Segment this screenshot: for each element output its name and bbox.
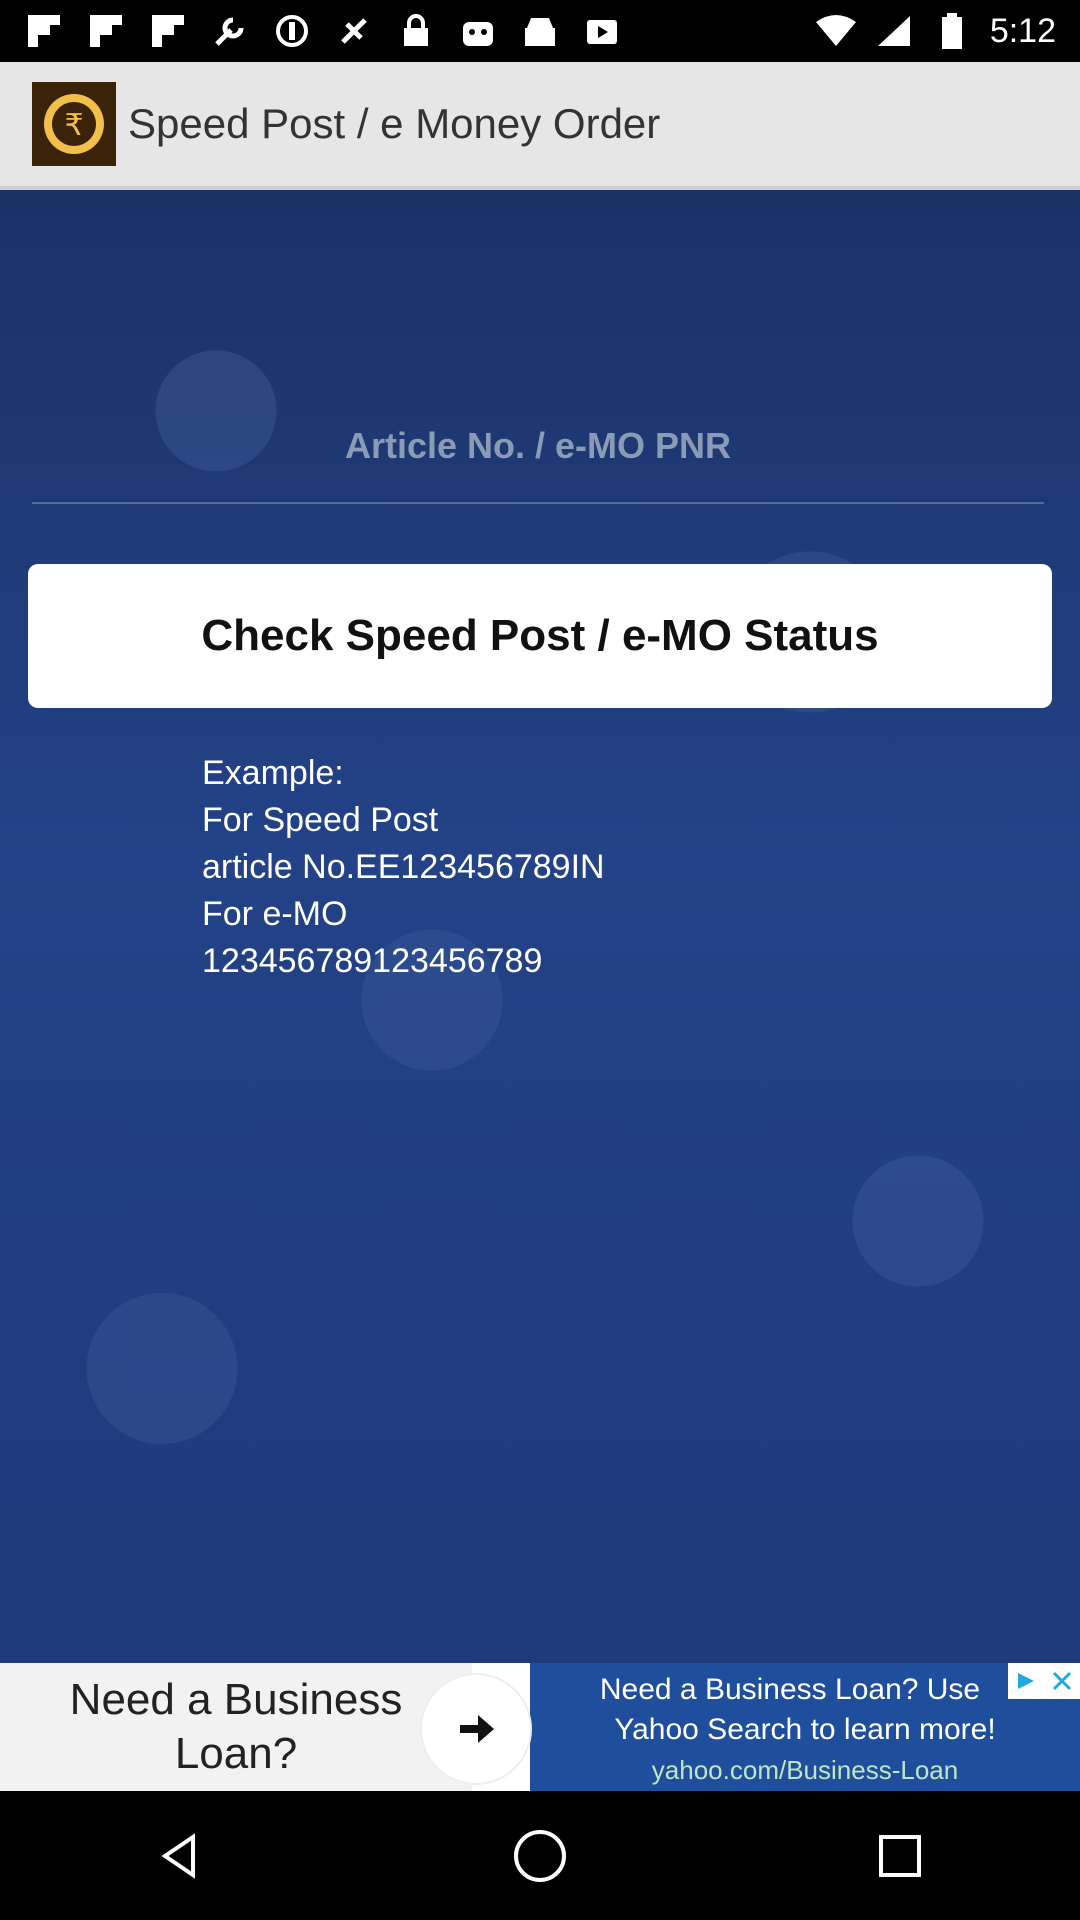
example-text: Example: For Speed Post article No.EE123… (202, 750, 605, 985)
ad-banner[interactable]: Need a Business Loan? Need a Business Lo… (0, 1663, 1080, 1791)
ad-line: Need a Business Loan? Use (599, 1673, 981, 1706)
example-line: 123456789123456789 (202, 942, 543, 980)
rupee-icon: ₹ (32, 82, 116, 166)
main-content: Check Speed Post / e-MO Status Example: … (0, 190, 1080, 1663)
app-bar: ₹ Speed Post / e Money Order (0, 62, 1080, 190)
back-icon[interactable] (135, 1811, 225, 1901)
example-line: Example: (202, 754, 344, 792)
flipboard-icon (24, 11, 64, 51)
ad-headline-line: Loan? (174, 1729, 298, 1778)
signal-icon (874, 11, 914, 51)
ad-body[interactable]: Need a Business Loan? Use Yahoo Search t… (530, 1663, 1080, 1791)
home-icon[interactable] (495, 1811, 585, 1901)
close-icon[interactable] (1044, 1663, 1080, 1699)
ad-headline-line: Need a Business (69, 1675, 403, 1724)
check-status-button[interactable]: Check Speed Post / e-MO Status (28, 564, 1052, 708)
recents-icon[interactable] (855, 1811, 945, 1901)
app-title: Speed Post / e Money Order (128, 100, 661, 147)
ad-headline[interactable]: Need a Business Loan? (0, 1663, 472, 1791)
wifi-icon (815, 11, 856, 51)
status-bar: 5:12 (0, 0, 1080, 62)
adchoices-icon[interactable] (1008, 1663, 1044, 1699)
ad-line: Yahoo Search to learn more! (614, 1713, 996, 1746)
ad-controls (1008, 1663, 1080, 1699)
svg-text:₹: ₹ (64, 108, 83, 143)
bag-icon (458, 11, 498, 51)
ad-url: yahoo.com/Business-Loan (651, 1755, 959, 1785)
article-pnr-input[interactable] (32, 390, 1044, 504)
example-line: article No.EE123456789IN (202, 848, 605, 886)
flipboard-icon (148, 11, 188, 51)
example-line: For Speed Post (202, 801, 439, 839)
inbox-icon (520, 11, 560, 51)
fake-gps-icon (334, 11, 374, 51)
pinwheel-icon (272, 11, 312, 51)
status-time: 5:12 (989, 11, 1056, 50)
play-store-icon (582, 11, 622, 51)
wrench-icon (210, 11, 250, 51)
navigation-bar (0, 1791, 1080, 1920)
battery-icon (932, 11, 972, 51)
arrow-right-icon[interactable] (422, 1675, 530, 1783)
lock-icon (396, 11, 436, 51)
flipboard-icon (86, 11, 126, 51)
example-line: For e-MO (202, 895, 348, 933)
